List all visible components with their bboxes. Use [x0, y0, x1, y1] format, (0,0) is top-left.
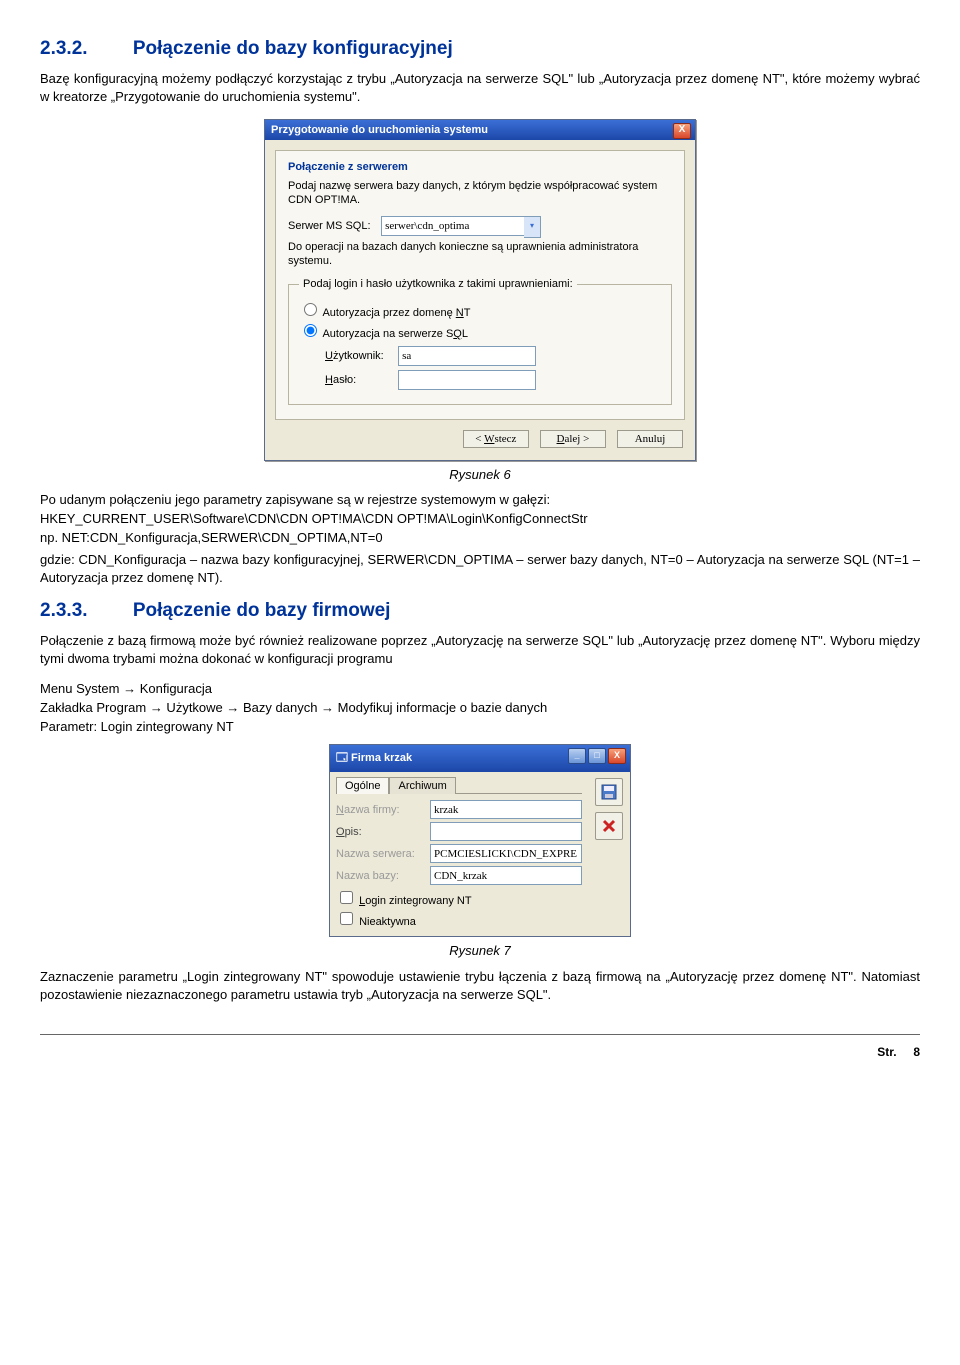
dialog-przygotowanie: Przygotowanie do uruchomienia systemu X … [264, 119, 696, 461]
input-nazwa-serwera[interactable] [430, 844, 582, 863]
cancel-button[interactable]: Anuluj [617, 430, 683, 448]
section-title: Połączenie do bazy konfiguracyjnej [133, 38, 453, 59]
app-icon: 🗔 [336, 752, 348, 764]
figure-1-caption: Rysunek 6 [40, 467, 920, 482]
label-nazwa-serwera: Nazwa serwera: [336, 848, 430, 860]
dialog-firma: 🗔 Firma krzak _ □ X Ogólne Archiwum Nazw… [329, 744, 631, 937]
radio-nt[interactable] [304, 303, 317, 316]
section-paragraph: Bazę konfiguracyjną możemy podłączyć kor… [40, 70, 920, 105]
radio-sql-label: Autoryzacja na serwerze SQL [322, 328, 468, 340]
registry-desc: gdzie: CDN_Konfiguracja – nazwa bazy kon… [40, 551, 920, 586]
dialog2-titlebar: 🗔 Firma krzak _ □ X [330, 745, 630, 772]
credentials: Użytkownik: Hasło: [325, 346, 661, 390]
label-chk-nieaktywna: Nieaktywna [359, 916, 416, 928]
minimize-icon[interactable]: _ [568, 748, 586, 764]
chevron-down-icon[interactable]: ▾ [524, 216, 541, 238]
user-input[interactable] [398, 346, 536, 366]
after-fig-line1: Po udanym połączeniu jego parametry zapi… [40, 492, 920, 507]
tabs: Ogólne Archiwum [336, 776, 582, 794]
sec2-p3: Zakładka Program → Użytkowe → Bazy danyc… [40, 700, 920, 715]
figure-2: 🗔 Firma krzak _ □ X Ogólne Archiwum Nazw… [40, 744, 920, 937]
back-button[interactable]: < Wstecz [463, 430, 529, 448]
footer-page: 8 [913, 1045, 920, 1059]
radio-row-nt: Autoryzacja przez domenę NT [299, 300, 661, 319]
dialog2-title: Firma krzak [351, 752, 412, 764]
dialog-titlebar: Przygotowanie do uruchomienia systemu X [265, 120, 695, 140]
serwer-input[interactable] [381, 216, 529, 236]
footer-label: Str. [877, 1045, 896, 1059]
row-chk-nieaktywna: Nieaktywna [336, 909, 582, 928]
radio-sql[interactable] [304, 324, 317, 337]
checkbox-nieaktywna[interactable] [340, 912, 353, 925]
pass-label: Hasło: [325, 374, 395, 386]
auth-legend: Podaj login i hasło użytkownika z takimi… [299, 278, 577, 290]
next-button[interactable]: Dalej > [540, 430, 606, 448]
panel-title: Połączenie z serwerem [288, 161, 672, 173]
closing-paragraph: Zaznaczenie parametru „Login zintegrowan… [40, 968, 920, 1003]
sec2-p2: Menu System → Konfiguracja [40, 681, 920, 696]
radio-nt-label: Autoryzacja przez domenę NT [322, 307, 470, 319]
label-opis: Opis: [336, 826, 430, 838]
tab-archiwum[interactable]: Archiwum [389, 777, 455, 794]
section-number: 2.3.3. [40, 600, 88, 621]
section-heading-2-3-3: 2.3.3. Połączenie do bazy firmowej [40, 600, 920, 622]
figure-1: Przygotowanie do uruchomienia systemu X … [40, 119, 920, 461]
save-button[interactable] [595, 778, 623, 806]
radio-row-sql: Autoryzacja na serwerze SQL [299, 321, 661, 340]
registry-path: HKEY_CURRENT_USER\Software\CDN\CDN OPT!M… [40, 511, 920, 526]
floppy-icon [601, 784, 617, 800]
section-number: 2.3.2. [40, 38, 88, 59]
label-chk-login-nt: Login zintegrowany NT [359, 895, 472, 907]
registry-example: np. NET:CDN_Konfiguracja,SERWER\CDN_OPTI… [40, 530, 920, 545]
maximize-icon[interactable]: □ [588, 748, 606, 764]
dialog-title: Przygotowanie do uruchomienia systemu [271, 124, 488, 136]
section-title: Połączenie do bazy firmowej [133, 600, 391, 621]
row-chk-login-nt: Login zintegrowany NT [336, 888, 582, 907]
page-footer: Str. 8 [40, 1041, 920, 1059]
serwer-combo[interactable]: ▾ [381, 216, 541, 236]
section-heading-2-3-2: 2.3.2. Połączenie do bazy konfiguracyjne… [40, 38, 920, 60]
auth-fieldset: Podaj login i hasło użytkownika z takimi… [288, 278, 672, 405]
close-icon[interactable]: X [673, 123, 691, 139]
perm-note: Do operacji na bazach danych konieczne s… [288, 240, 672, 269]
close-icon[interactable]: X [608, 748, 626, 764]
dialog-panel: Połączenie z serwerem Podaj nazwę serwer… [275, 150, 685, 420]
dialog-buttons: < Wstecz Dalej > Anuluj [265, 430, 695, 460]
form-area: Ogólne Archiwum Nazwa firmy: Opis: Nazwa… [330, 772, 588, 936]
cancel-button[interactable] [595, 812, 623, 840]
tab-ogolne[interactable]: Ogólne [336, 777, 389, 794]
sec2-p1: Połączenie z bazą firmową może być równi… [40, 632, 920, 667]
panel-instruction: Podaj nazwę serwera bazy danych, z który… [288, 179, 672, 208]
input-opis[interactable] [430, 822, 582, 841]
label-nazwa-bazy: Nazwa bazy: [336, 870, 430, 882]
sec2-p4: Parametr: Login zintegrowany NT [40, 719, 920, 734]
footer-rule [40, 1034, 920, 1035]
side-buttons [588, 772, 630, 936]
label-nazwa-firmy: Nazwa firmy: [336, 804, 430, 816]
pass-input[interactable] [398, 370, 536, 390]
user-label: Użytkownik: [325, 350, 395, 362]
checkbox-login-nt[interactable] [340, 891, 353, 904]
input-nazwa-bazy[interactable] [430, 866, 582, 885]
row-serwer: Serwer MS SQL: ▾ [288, 216, 672, 236]
x-icon [601, 818, 617, 834]
serwer-label: Serwer MS SQL: [288, 220, 378, 232]
input-nazwa-firmy[interactable] [430, 800, 582, 819]
figure-2-caption: Rysunek 7 [40, 943, 920, 958]
